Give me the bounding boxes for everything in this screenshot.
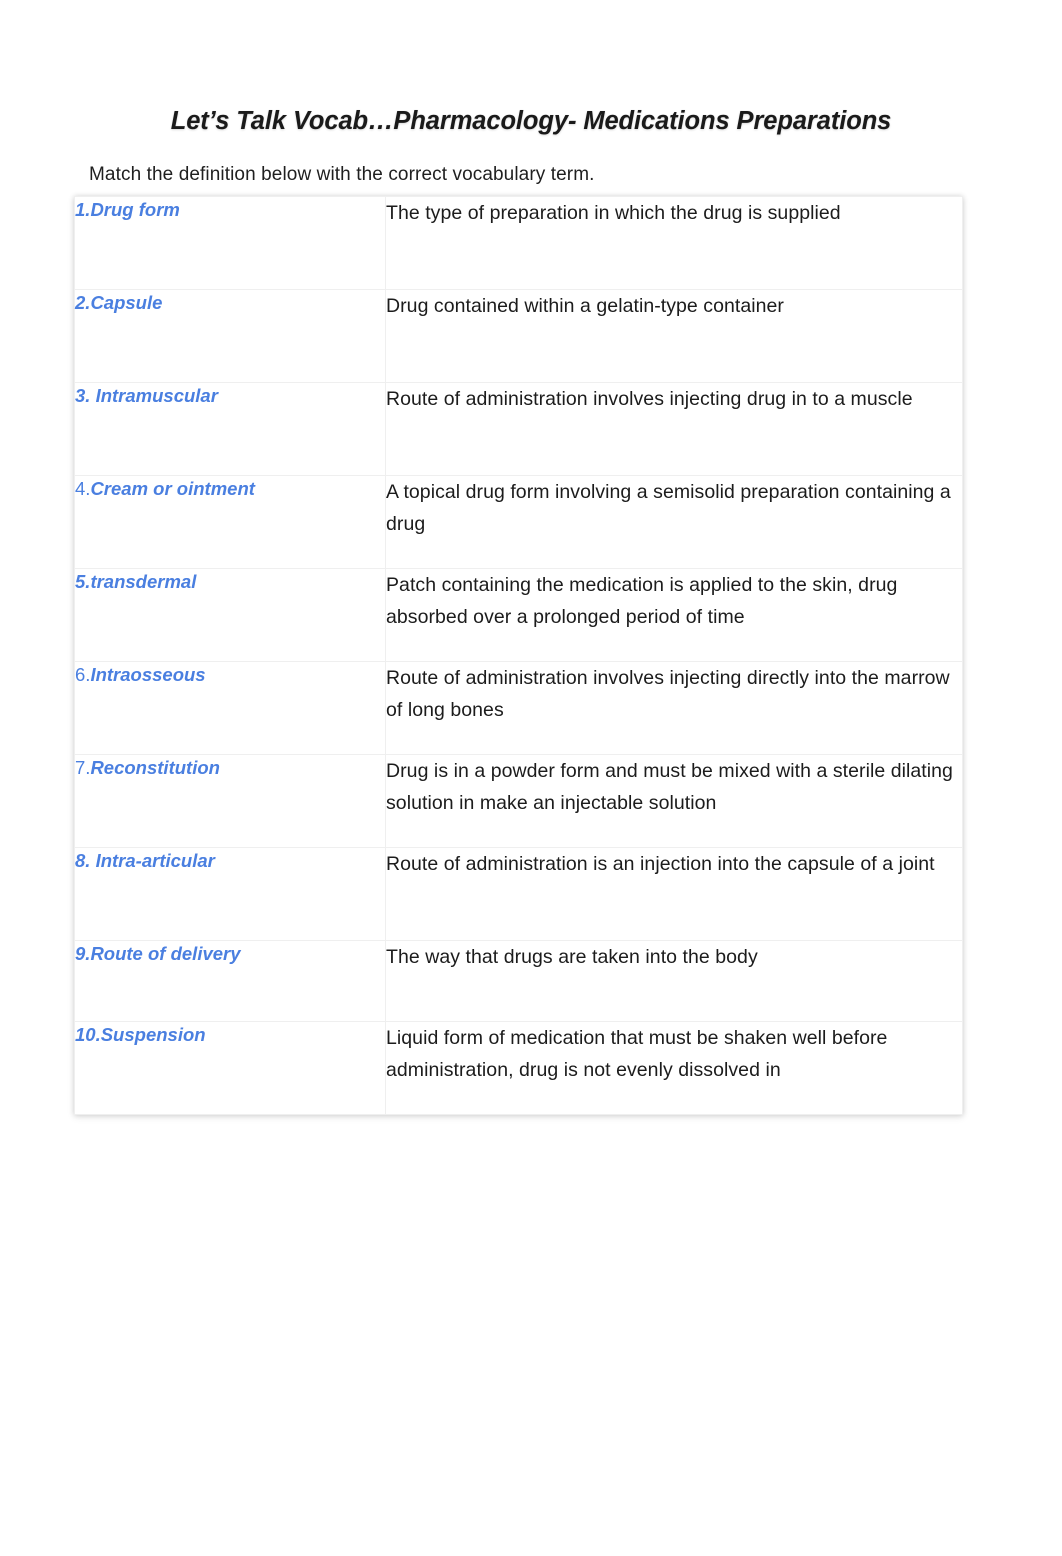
title-container: Let’s Talk Vocab…Pharmacology- Medicatio… <box>88 104 974 146</box>
table-row: 3. Intramuscular Route of administration… <box>74 382 963 476</box>
term-number: 2. <box>75 292 91 313</box>
term-cell[interactable]: 10.Suspension <box>74 1021 386 1115</box>
term-number: 10. <box>75 1024 101 1045</box>
definition-cell[interactable]: Patch containing the medication is appli… <box>385 568 963 662</box>
term-number: 7. <box>75 757 91 778</box>
table-row: 8. Intra-articular Route of administrati… <box>74 847 963 941</box>
term-label: Reconstitution <box>90 757 220 778</box>
document-page: Let’s Talk Vocab…Pharmacology- Medicatio… <box>0 0 1062 1556</box>
definition-cell[interactable]: Liquid form of medication that must be s… <box>385 1021 963 1115</box>
table-row: 10.Suspension Liquid form of medication … <box>74 1021 963 1115</box>
term-cell[interactable]: 3. Intramuscular <box>74 382 386 476</box>
table-row: 1.Drug form The type of preparation in w… <box>74 196 963 290</box>
term-label: Intramuscular <box>95 385 218 406</box>
term-number: 1. <box>75 199 91 220</box>
term-label: Intraosseous <box>90 664 206 685</box>
table-body: 1.Drug form The type of preparation in w… <box>74 196 963 1115</box>
definition-cell[interactable]: Route of administration involves injecti… <box>385 382 963 476</box>
table-row: 9.Route of delivery The way that drugs a… <box>74 940 963 1022</box>
term-label: transdermal <box>90 571 197 592</box>
term-cell[interactable]: 4.Cream or ointment <box>74 475 386 569</box>
definition-cell[interactable]: Drug is in a powder form and must be mix… <box>385 754 963 848</box>
page-bottom-margin <box>0 1276 1062 1556</box>
instruction-text: Match the definition below with the corr… <box>89 164 595 185</box>
definition-cell[interactable]: Drug contained within a gelatin-type con… <box>385 289 963 383</box>
definition-cell[interactable]: Route of administration is an injection … <box>385 847 963 941</box>
term-number: 3. <box>75 385 96 406</box>
term-cell[interactable]: 2.Capsule <box>74 289 386 383</box>
vocabulary-matching-table: 1.Drug form The type of preparation in w… <box>74 196 963 1115</box>
term-number: 6. <box>75 664 91 685</box>
term-cell[interactable]: 7.Reconstitution <box>74 754 386 848</box>
term-number: 4. <box>75 478 91 499</box>
term-label: Route of delivery <box>90 943 241 964</box>
table-row: 5.transdermal Patch containing the medic… <box>74 568 963 662</box>
term-number: 8. <box>75 850 96 871</box>
term-cell[interactable]: 5.transdermal <box>74 568 386 662</box>
table-row: 6.Intraosseous Route of administration i… <box>74 661 963 755</box>
page-title: Let’s Talk Vocab…Pharmacology- Medicatio… <box>170 107 892 135</box>
table-row: 7.Reconstitution Drug is in a powder for… <box>74 754 963 848</box>
term-cell[interactable]: 6.Intraosseous <box>74 661 386 755</box>
term-cell[interactable]: 1.Drug form <box>74 196 386 290</box>
term-number: 5. <box>75 571 91 592</box>
term-label: Cream or ointment <box>90 478 255 499</box>
term-label: Suspension <box>100 1024 206 1045</box>
definition-cell[interactable]: A topical drug form involving a semisoli… <box>385 475 963 569</box>
term-label: Intra-articular <box>95 850 215 871</box>
table-row: 4.Cream or ointment A topical drug form … <box>74 475 963 569</box>
term-number: 9. <box>75 943 91 964</box>
definition-cell[interactable]: Route of administration involves injecti… <box>385 661 963 755</box>
term-label: Capsule <box>90 292 163 313</box>
term-label: Drug form <box>90 199 180 220</box>
definition-cell[interactable]: The type of preparation in which the dru… <box>385 196 963 290</box>
term-cell[interactable]: 8. Intra-articular <box>74 847 386 941</box>
definition-cell[interactable]: The way that drugs are taken into the bo… <box>385 940 963 1022</box>
term-cell[interactable]: 9.Route of delivery <box>74 940 386 1022</box>
table-row: 2.Capsule Drug contained within a gelati… <box>74 289 963 383</box>
